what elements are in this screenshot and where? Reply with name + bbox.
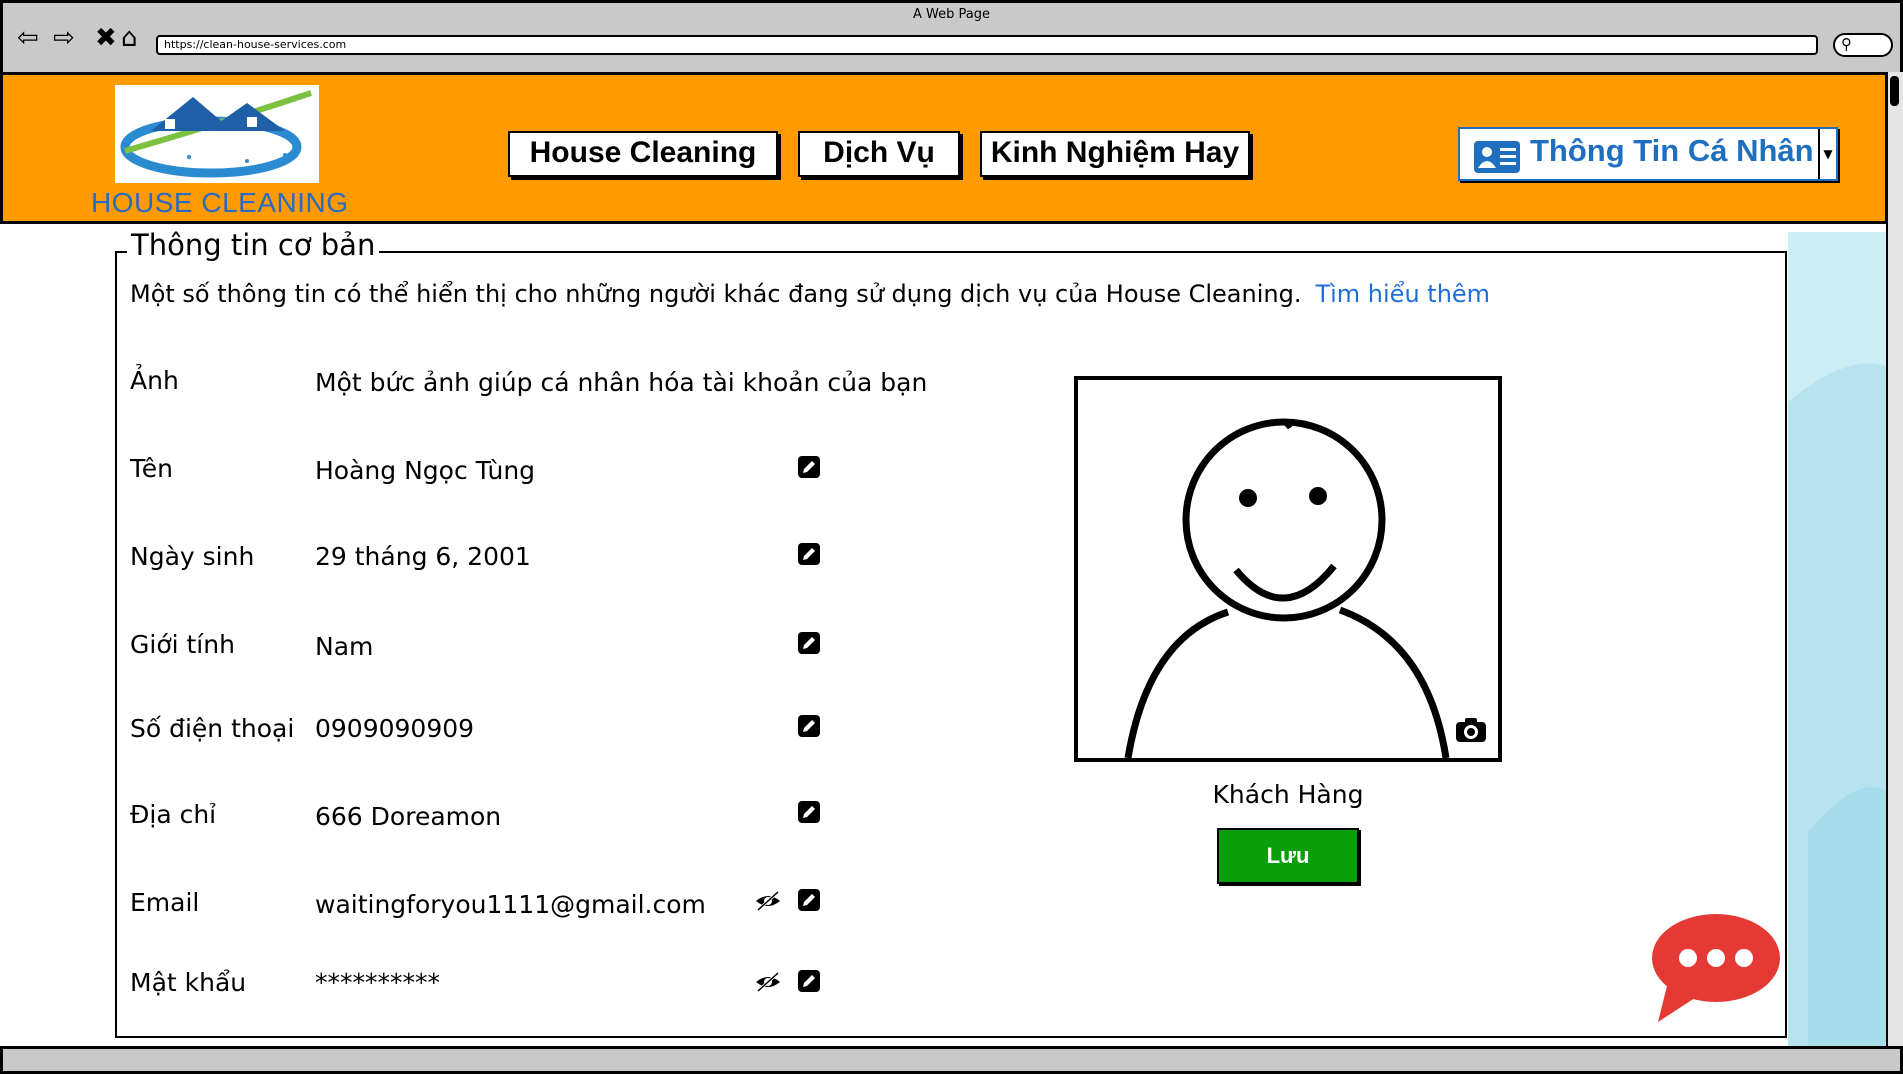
scrollbar-thumb[interactable] [1890, 76, 1899, 106]
browser-bottom-bar [0, 1046, 1903, 1074]
address-value: 666 Doreamon [315, 802, 502, 831]
dob-label: Ngày sinh [130, 542, 255, 571]
site-header: HOUSE CLEANING House Cleaning Dịch Vụ Ki… [0, 72, 1888, 224]
home-icon[interactable]: ⌂ [121, 25, 138, 51]
phone-label: Số điện thoại [130, 714, 295, 743]
url-bar[interactable]: https://clean-house-services.com [156, 35, 1818, 55]
avatar[interactable] [1074, 376, 1502, 762]
email-value: waitingforyou1111@gmail.com [315, 890, 706, 919]
chat-icon[interactable] [1648, 912, 1782, 1024]
password-label: Mật khẩu [130, 968, 247, 997]
section-title: Thông tin cơ bản [127, 228, 380, 262]
browser-search-box[interactable]: ⚲ [1833, 33, 1893, 57]
email-label: Email [130, 888, 200, 917]
brand-name[interactable]: HOUSE CLEANING [91, 187, 349, 219]
edit-dob-icon[interactable] [798, 543, 820, 565]
eye-slash-icon[interactable] [754, 971, 782, 993]
photo-description: Một bức ảnh giúp cá nhân hóa tài khoản c… [315, 368, 928, 397]
edit-email-icon[interactable] [798, 889, 820, 911]
forward-arrow-icon[interactable]: ⇨ [53, 25, 75, 51]
edit-phone-icon[interactable] [798, 715, 820, 737]
user-role: Khách Hàng [1212, 780, 1364, 809]
profile-label: Thông Tin Cá Nhân [1530, 133, 1814, 168]
dob-value: 29 tháng 6, 2001 [315, 542, 531, 571]
edit-password-icon[interactable] [798, 970, 820, 992]
learn-more-link[interactable]: Tìm hiểu thêm [1315, 280, 1490, 308]
save-button[interactable]: Lưu [1217, 828, 1359, 884]
vertical-scrollbar[interactable] [1886, 72, 1903, 1048]
edit-gender-icon[interactable] [798, 632, 820, 654]
intro-text: Một số thông tin có thể hiển thị cho nhữ… [130, 280, 1302, 308]
search-icon: ⚲ [1841, 35, 1852, 53]
edit-name-icon[interactable] [798, 456, 820, 478]
stop-icon[interactable]: ✖ [95, 25, 117, 51]
site-logo[interactable] [115, 85, 319, 183]
gender-value: Nam [315, 632, 374, 661]
window-title: A Web Page [913, 7, 990, 22]
browser-chrome: A Web Page ⇦ ⇨ ✖ ⌂ https://clean-house-s… [0, 0, 1903, 72]
gender-label: Giới tính [130, 630, 235, 659]
name-value: Hoàng Ngọc Tùng [315, 456, 536, 485]
profile-dropdown-button[interactable]: Thông Tin Cá Nhân ▼ [1458, 127, 1838, 181]
address-label: Địa chỉ [130, 800, 217, 829]
nav-kinh-nghiem-hay[interactable]: Kinh Nghiệm Hay [980, 131, 1250, 177]
edit-address-icon[interactable] [798, 801, 820, 823]
section-intro: Một số thông tin có thể hiển thị cho nhữ… [130, 280, 1490, 308]
phone-value: 0909090909 [315, 714, 475, 743]
back-arrow-icon[interactable]: ⇦ [17, 25, 39, 51]
password-value: ********** [315, 968, 440, 997]
nav-dich-vu[interactable]: Dịch Vụ [798, 131, 960, 177]
name-label: Tên [130, 454, 173, 483]
photo-label: Ảnh [130, 366, 179, 395]
chevron-down-icon[interactable]: ▼ [1818, 129, 1836, 179]
id-card-icon [1474, 141, 1520, 173]
side-decoration [1788, 232, 1888, 1048]
eye-slash-icon[interactable] [754, 890, 782, 912]
camera-icon[interactable] [1454, 716, 1488, 744]
nav-house-cleaning[interactable]: House Cleaning [508, 131, 778, 177]
